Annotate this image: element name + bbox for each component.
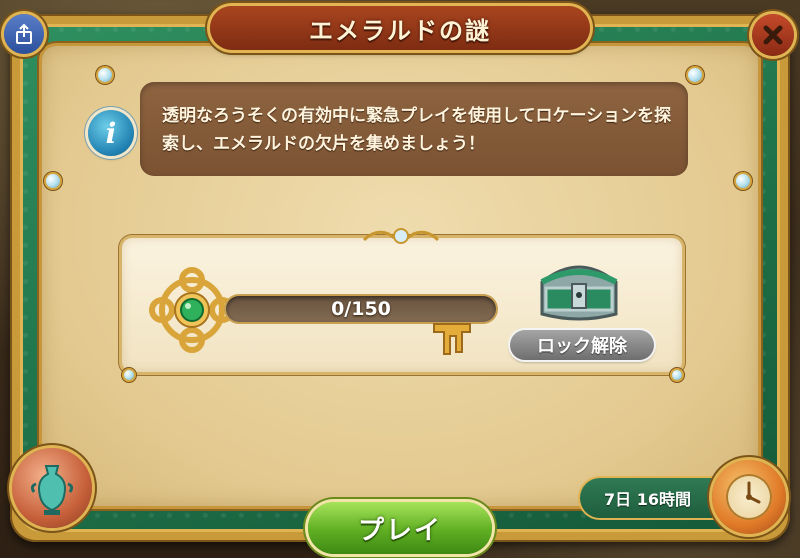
share-button[interactable] [4, 14, 44, 54]
gem-ornament [98, 68, 112, 82]
emerald-chest-icon [540, 265, 618, 321]
key-teeth-icon [433, 323, 471, 355]
play-button[interactable]: プレイ [308, 502, 492, 554]
dialog-title: エメラルドの謎 [309, 16, 491, 45]
gem-ornament [672, 370, 682, 380]
info-box: 透明なろうそくの有効中に緊急プレイを使用してロケーションを探索し、エメラルドの欠… [140, 82, 688, 176]
timer-label: 7日 16時間 [604, 490, 691, 509]
vase-figure [30, 465, 74, 515]
share-icon [16, 23, 32, 44]
info-icon[interactable]: i [88, 110, 134, 156]
unlock-button[interactable]: ロック解除 [510, 330, 654, 360]
clock-face [726, 474, 772, 520]
progress-label: 0/150 [331, 298, 391, 320]
alarm-clock-icon [712, 460, 786, 534]
vase-icon[interactable] [12, 448, 92, 528]
close-icon [763, 25, 783, 45]
clock-hands-icon [746, 481, 761, 504]
info-description: 透明なろうそくの有効中に緊急プレイを使用してロケーションを探索し、エメラルドの欠… [162, 106, 672, 154]
gem-ornament [46, 174, 60, 188]
close-button[interactable] [752, 14, 794, 56]
gem-ornament [124, 370, 134, 380]
title-banner: エメラルドの謎 [210, 6, 590, 50]
progress-bar: 0/150 [226, 296, 496, 322]
panel-ornament [362, 228, 440, 244]
gem-ornament [736, 174, 750, 188]
gem-ornament [688, 68, 702, 82]
